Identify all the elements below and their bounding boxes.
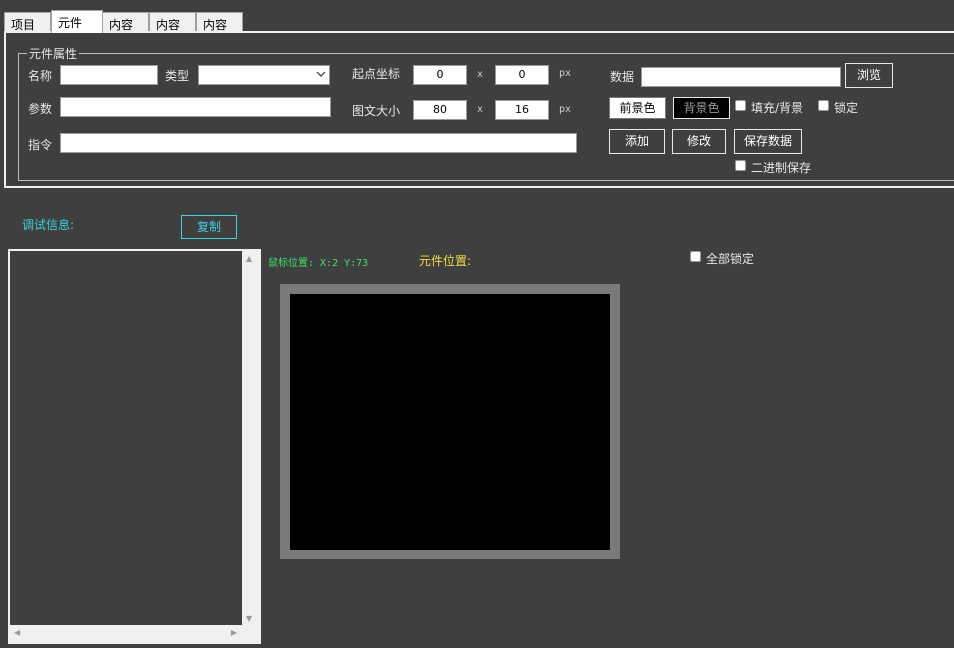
- preview-canvas[interactable]: [290, 294, 610, 550]
- origin-y-input[interactable]: 0: [495, 65, 549, 85]
- binary-save-checkbox[interactable]: [735, 160, 746, 171]
- debug-info-label: 调试信息:: [22, 218, 75, 232]
- tab-project[interactable]: 项目: [4, 12, 51, 32]
- chevron-down-icon: [316, 71, 326, 77]
- command-input[interactable]: [60, 133, 577, 153]
- browse-button[interactable]: 浏览: [845, 63, 893, 88]
- background-color-button[interactable]: 背景色: [673, 97, 730, 119]
- name-input[interactable]: [60, 65, 158, 85]
- origin-px-unit: px: [559, 68, 572, 79]
- copy-button[interactable]: 复制: [181, 215, 237, 239]
- param-label: 参数: [28, 102, 53, 116]
- tab-content-1[interactable]: 内容: [102, 12, 149, 32]
- debug-log-box[interactable]: ▲ ▼ ◀ ▶: [8, 249, 261, 644]
- foreground-color-button[interactable]: 前景色: [609, 97, 666, 119]
- size-label: 图文大小: [352, 104, 401, 118]
- add-button[interactable]: 添加: [609, 129, 665, 154]
- tab-element[interactable]: 元件: [51, 10, 103, 33]
- lock-checkbox[interactable]: [818, 100, 829, 111]
- tab-content-2[interactable]: 内容: [149, 12, 196, 32]
- data-label: 数据: [610, 70, 635, 84]
- element-position-label: 元件位置:: [419, 254, 472, 268]
- group-legend: 元件属性: [27, 45, 80, 62]
- origin-x-input[interactable]: 0: [413, 65, 467, 85]
- lock-all-label: 全部锁定: [706, 252, 755, 266]
- canvas-frame: [280, 284, 620, 559]
- size-height-input[interactable]: 16: [495, 100, 549, 120]
- name-label: 名称: [28, 69, 53, 83]
- fill-background-checkbox[interactable]: [735, 100, 746, 111]
- tab-content-3[interactable]: 内容: [196, 12, 243, 32]
- lock-all-checkbox[interactable]: [690, 251, 701, 262]
- scroll-right-arrow-icon[interactable]: ▶: [231, 628, 237, 637]
- type-label: 类型: [165, 69, 190, 83]
- lock-label: 锁定: [834, 101, 859, 115]
- command-label: 指令: [28, 138, 53, 152]
- vertical-scrollbar[interactable]: ▲ ▼: [242, 251, 259, 626]
- type-select[interactable]: [198, 65, 330, 85]
- data-input[interactable]: [641, 67, 841, 87]
- size-width-input[interactable]: 80: [413, 100, 467, 120]
- binary-save-label: 二进制保存: [751, 161, 812, 175]
- size-px-unit: px: [559, 104, 572, 115]
- scroll-left-arrow-icon[interactable]: ◀: [14, 628, 20, 637]
- modify-button[interactable]: 修改: [672, 129, 726, 154]
- param-input[interactable]: [60, 97, 331, 117]
- origin-x-separator: x: [477, 69, 484, 80]
- save-data-button[interactable]: 保存数据: [734, 129, 802, 154]
- size-x-separator: x: [477, 104, 484, 115]
- origin-label: 起点坐标: [352, 67, 401, 81]
- mouse-position-readout: 鼠标位置: X:2 Y:73: [268, 258, 369, 269]
- fill-background-label: 填充/背景: [751, 101, 804, 115]
- scroll-up-arrow-icon[interactable]: ▲: [246, 254, 252, 263]
- horizontal-scrollbar[interactable]: ◀ ▶: [10, 625, 259, 642]
- scroll-down-arrow-icon[interactable]: ▼: [246, 614, 252, 623]
